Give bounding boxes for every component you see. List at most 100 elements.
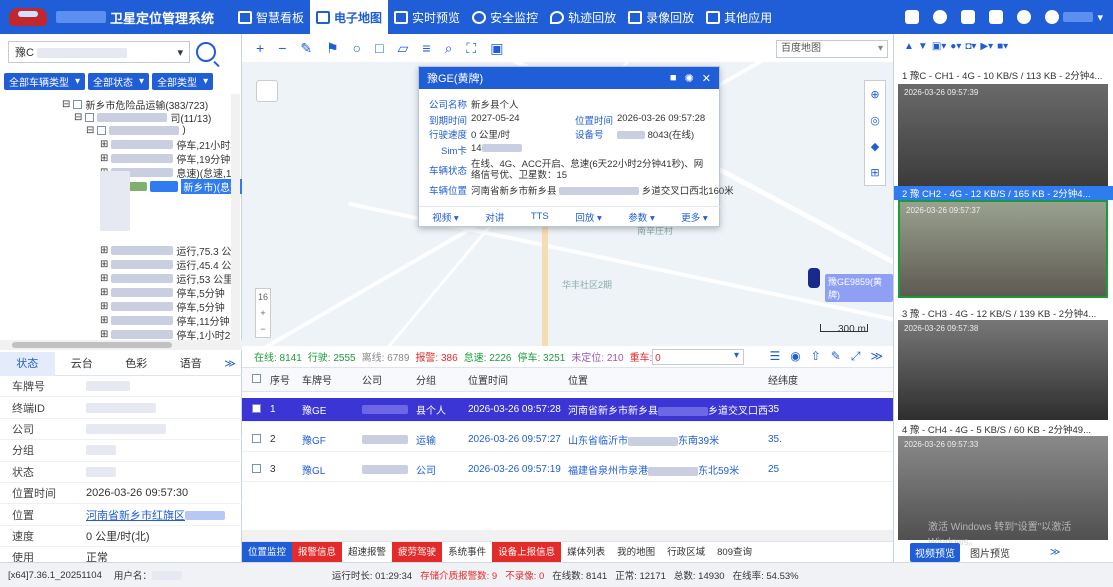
- settings-gear-icon[interactable]: [1017, 10, 1032, 24]
- play-icon[interactable]: ▶▾: [980, 41, 993, 52]
- row-checkbox[interactable]: [252, 463, 261, 473]
- stat-stop[interactable]: 停车: 3251: [518, 349, 566, 364]
- image-preview-button[interactable]: 图片预览: [970, 545, 1010, 560]
- collapse-icon[interactable]: ≫: [870, 349, 883, 364]
- flag-icon[interactable]: ⚑: [326, 40, 339, 57]
- search-map-icon[interactable]: ⌕: [445, 40, 453, 57]
- list-icon[interactable]: ☰: [769, 349, 780, 364]
- tab-alarm-info[interactable]: 报警信息: [292, 541, 343, 563]
- zoom-in-icon[interactable]: +: [256, 40, 264, 56]
- folder-icon[interactable]: ■: [670, 72, 677, 85]
- tree-scrollbar[interactable]: [231, 94, 240, 340]
- filter-vehicle-type[interactable]: 全部车辆类型 ▾: [4, 72, 86, 90]
- tree-node[interactable]: ⊞ 停车,5分钟: [100, 286, 225, 300]
- table-row[interactable]: 1 豫GE 县个人 2026-03-26 09:57:28 河南省新乡市新乡县乡…: [242, 398, 893, 422]
- tree-node[interactable]: ⊞ 停车,21小时3: [100, 138, 236, 152]
- cloud-icon[interactable]: [933, 10, 948, 24]
- polygon-tool-icon[interactable]: ▱: [398, 40, 409, 57]
- more-action-button[interactable]: 更多 ▾: [681, 210, 707, 224]
- search-icon[interactable]: [196, 42, 216, 62]
- stat-online[interactable]: 在线: 8141: [254, 349, 302, 364]
- upload-icon[interactable]: ⇧: [811, 349, 821, 364]
- map-provider-select[interactable]: 百度地图: [776, 40, 888, 58]
- nav-other-apps[interactable]: 其他应用: [700, 0, 778, 34]
- fullscreen-icon[interactable]: ⛶: [466, 40, 476, 57]
- edit-icon[interactable]: ✎: [831, 349, 841, 364]
- target-icon[interactable]: ⊞: [870, 166, 879, 179]
- tab-speed-alarm[interactable]: 超速报警: [342, 542, 392, 563]
- stat-unlocated[interactable]: 未定位: 210: [571, 349, 623, 364]
- user-menu[interactable]: ▾: [1045, 10, 1103, 24]
- tree-node[interactable]: ⊞ 运行,45.4 公: [100, 258, 231, 272]
- channel-3-video[interactable]: 2026-03-26 09:57:38: [898, 320, 1108, 420]
- gear-icon[interactable]: ✺: [685, 72, 694, 85]
- nav-safety-monitor[interactable]: 安全监控: [466, 0, 544, 34]
- rectangle-tool-icon[interactable]: □: [375, 40, 383, 56]
- vehicle-tree[interactable]: ⊟ 新乡市危险品运输(383/723) ⊟ 司(11/13) ⊟) ⊞ 停车,21小时…: [0, 94, 242, 340]
- nav-electronic-map[interactable]: 电子地图: [310, 0, 389, 34]
- record-icon[interactable]: ●▾: [950, 41, 961, 52]
- table-row[interactable]: 2 豫GF 运输 2026-03-26 09:57:27 山东省临沂市 东南39米…: [242, 428, 893, 452]
- tree-horizontal-scrollbar[interactable]: [0, 340, 242, 350]
- tab-voice[interactable]: 语音: [164, 352, 219, 376]
- filter-type[interactable]: 全部类型 ▾: [152, 72, 214, 90]
- tree-node[interactable]: ⊞ 停车,19分钟: [100, 152, 230, 166]
- tab-admin-region[interactable]: 行政区域: [661, 542, 711, 563]
- tab-status[interactable]: 状态: [0, 351, 55, 376]
- expand-icon[interactable]: ⤢: [851, 349, 861, 364]
- checkbox[interactable]: [97, 126, 107, 135]
- layers-icon[interactable]: [256, 80, 278, 102]
- row-checkbox[interactable]: [252, 433, 261, 443]
- nav-track-playback[interactable]: 轨迹回放: [544, 0, 622, 34]
- vehicle-marker-label[interactable]: 豫GE9859(黄牌): [825, 274, 893, 302]
- video-action-button[interactable]: 视频 ▾: [432, 210, 458, 224]
- nav-dashboard[interactable]: 智慧看板: [232, 0, 310, 34]
- tree-node[interactable]: ⊟): [86, 124, 186, 137]
- tree-node[interactable]: ⊞ 停车,5分钟: [100, 300, 225, 314]
- intercom-action-button[interactable]: 对讲: [485, 210, 504, 224]
- select-all-checkbox[interactable]: [252, 373, 261, 383]
- tree-node[interactable]: ⊞ 停车,11分钟: [100, 314, 230, 328]
- location-link[interactable]: 河南省新乡市红旗区: [86, 507, 242, 523]
- shirt-icon[interactable]: [961, 10, 976, 24]
- arrow-down-icon[interactable]: ▼: [918, 41, 928, 52]
- table-horizontal-scrollbar[interactable]: [242, 530, 893, 541]
- arrow-up-icon[interactable]: ▲: [904, 41, 914, 52]
- monitor-icon[interactable]: [905, 10, 920, 24]
- filter-status[interactable]: 全部状态 ▾: [88, 72, 150, 90]
- route-tool-icon[interactable]: ≡: [422, 40, 430, 56]
- layout-icon[interactable]: ▣▾: [932, 41, 946, 52]
- vehicle-search-input[interactable]: 豫C ▾: [8, 41, 190, 63]
- tree-node[interactable]: ⊞ 停车,1小时2: [100, 328, 230, 340]
- map-view[interactable]: + − ✎ ⚑ ○ □ ▱ ≡ ⌕ ⛶ ▣ 百度地图 16+− ⊕ ◎ ◆ ⊞ …: [242, 34, 893, 346]
- ruler-icon[interactable]: ✎: [300, 40, 312, 57]
- tab-fatigue-driving[interactable]: 疲劳驾驶: [392, 541, 443, 563]
- nav-video-playback[interactable]: 录像回放: [622, 0, 700, 34]
- circle-tool-icon[interactable]: ○: [353, 40, 361, 56]
- zoom-out-icon[interactable]: −: [278, 40, 286, 56]
- snapshot-icon[interactable]: ◘▾: [965, 41, 976, 52]
- tab-device-report[interactable]: 设备上报信息: [492, 541, 562, 563]
- expand-icon[interactable]: ≫: [218, 357, 242, 370]
- stat-driving[interactable]: 行驶: 2555: [308, 349, 356, 364]
- tree-node[interactable]: ⊞ 运行,53 公里/: [100, 272, 236, 286]
- save-icon[interactable]: ▣: [490, 40, 503, 57]
- stop-icon[interactable]: ■▾: [997, 41, 1008, 52]
- grid-icon[interactable]: [989, 10, 1004, 24]
- tab-809-query[interactable]: 809查询: [711, 542, 758, 563]
- close-icon[interactable]: ✕: [702, 72, 711, 85]
- checkbox[interactable]: [85, 113, 95, 122]
- collapse-panel-icon[interactable]: ≫: [1050, 547, 1060, 558]
- tab-my-map[interactable]: 我的地图: [611, 542, 661, 563]
- row-checkbox[interactable]: [252, 403, 261, 413]
- nav-live-preview[interactable]: 实时预览: [388, 0, 466, 34]
- channel-4-video[interactable]: 2026-03-26 09:57:33 激活 Windows 转到"设置"以激活…: [898, 436, 1108, 548]
- compass-icon[interactable]: ◎: [870, 114, 880, 127]
- tree-node[interactable]: ⊞ 运行,75.3 公: [100, 244, 231, 258]
- channel-2-video[interactable]: 2026-03-26 09:57:37: [898, 200, 1108, 298]
- refresh-icon[interactable]: ◉: [790, 349, 800, 364]
- tts-action-button[interactable]: TTS: [531, 211, 549, 222]
- stat-idle[interactable]: 怠速: 2226: [464, 349, 512, 364]
- tab-system-events[interactable]: 系统事件: [442, 542, 492, 563]
- checkbox[interactable]: [73, 100, 83, 109]
